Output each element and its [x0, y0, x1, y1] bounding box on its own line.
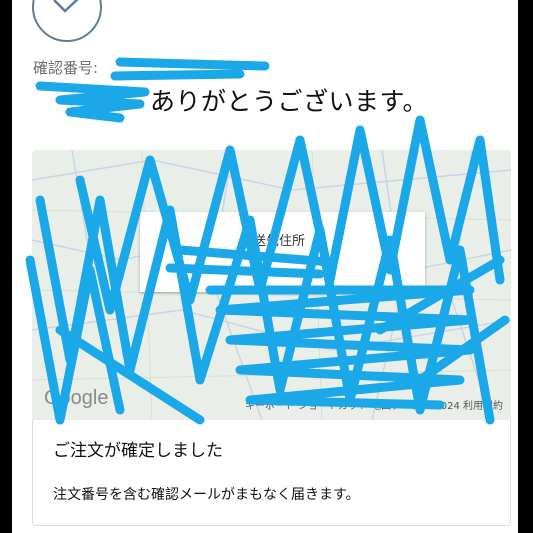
confirmation-number-label: 確認番号:: [33, 59, 99, 77]
success-check-circle: [32, 0, 102, 42]
order-confirmation-screen: 確認番号: ありがとうございます。 配送先住所 Google キーボード ショー…: [12, 0, 518, 533]
order-confirmed-title: ご注文が確定しました: [53, 441, 223, 461]
order-confirmed-card: ご注文が確定しました 注文番号を含む確認メールがまもなく届きます。: [32, 420, 511, 526]
popup-label: 配送先住所: [240, 234, 306, 249]
thank-you-heading: ありがとうございます。: [150, 87, 429, 116]
checkmark-icon: [53, 0, 79, 13]
address-popup: 配送先住所: [140, 212, 425, 292]
google-logo: Google: [44, 387, 109, 409]
map-attribution[interactable]: キーボード ショートカット 地図データ ©2024 利用規約: [245, 397, 503, 412]
confirmation-email-note: 注文番号を含む確認メールがまもなく届きます。: [53, 487, 360, 503]
delivery-map[interactable]: 配送先住所 Google キーボード ショートカット 地図データ ©2024 利…: [32, 150, 511, 420]
